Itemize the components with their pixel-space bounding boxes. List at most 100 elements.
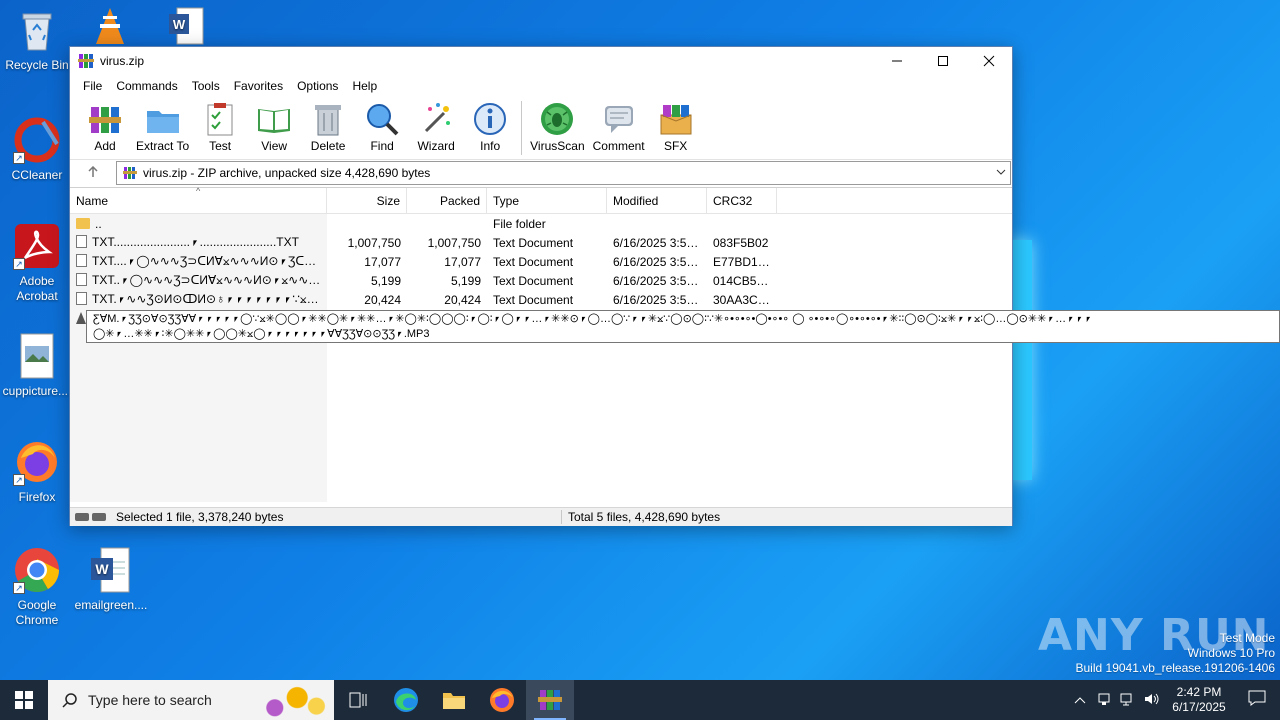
- comment-button[interactable]: Comment: [593, 101, 645, 153]
- chrome-icon: ↗: [13, 546, 61, 594]
- file-modified: 6/16/2025 3:51 ...: [613, 273, 707, 288]
- test-button[interactable]: Test: [197, 101, 243, 153]
- file-packed: 17,077: [444, 254, 481, 269]
- chevron-down-icon[interactable]: [992, 167, 1010, 178]
- find-label: Find: [370, 139, 394, 153]
- taskbar-file-explorer[interactable]: [430, 680, 478, 720]
- file-type: Text Document: [493, 254, 574, 269]
- task-view-button[interactable]: [334, 680, 382, 720]
- view-button[interactable]: View: [251, 101, 297, 153]
- title-bar[interactable]: virus.zip: [70, 47, 1012, 75]
- maximize-button[interactable]: [920, 47, 966, 75]
- desktop-icon-vlc[interactable]: [88, 6, 132, 50]
- sort-ascending-icon: ^: [196, 186, 201, 196]
- recycle-bin-icon: [13, 6, 61, 54]
- svg-text:W: W: [173, 17, 186, 32]
- desktop-icon-word-doc[interactable]: W: [160, 6, 210, 50]
- delete-label: Delete: [310, 139, 346, 153]
- search-icon: [62, 693, 77, 708]
- winrar-app-icon: [538, 690, 562, 710]
- file-type: File folder: [493, 216, 546, 231]
- shortcut-arrow-icon: ↗: [13, 474, 25, 486]
- virusscan-button[interactable]: VirusScan: [530, 101, 585, 153]
- file-list: ^ Name Size Packed Type Modified CRC32 .…: [70, 186, 1012, 502]
- desktop-icon-adobe-acrobat[interactable]: ↗ Adobe Acrobat: [0, 222, 74, 304]
- watermark-line: Windows 10 Pro: [1187, 646, 1275, 660]
- clock-date: 6/17/2025: [1172, 700, 1226, 714]
- table-row[interactable]: TXT.......................⎖.............…: [70, 233, 1012, 252]
- extract-to-button[interactable]: Extract To: [136, 101, 189, 153]
- column-header-size[interactable]: Size: [327, 187, 407, 214]
- test-clipboard-icon: [202, 101, 238, 137]
- wallpaper-glow: [1010, 240, 1032, 480]
- shortcut-arrow-icon: ↗: [13, 258, 25, 270]
- desktop-icon-cuppicture[interactable]: cuppicture....: [0, 332, 74, 399]
- file-modified: 6/16/2025 3:51 ...: [613, 292, 707, 307]
- clock-time: 2:42 PM: [1176, 685, 1222, 699]
- system-tray: 2:42 PM 6/17/2025: [1068, 680, 1280, 720]
- notification-center-button[interactable]: [1234, 690, 1280, 711]
- shortcut-arrow-icon: ↗: [13, 582, 25, 594]
- ccleaner-icon: ↗: [13, 116, 61, 164]
- column-header-packed[interactable]: Packed: [407, 187, 487, 214]
- caption-buttons: [874, 47, 1012, 75]
- taskbar-winrar[interactable]: [526, 680, 574, 720]
- taskbar-search-box[interactable]: Type here to search: [48, 680, 334, 720]
- volume-icon[interactable]: [1140, 692, 1164, 709]
- menu-options[interactable]: Options: [290, 79, 345, 93]
- menu-bar: File Commands Tools Favorites Options He…: [70, 75, 1012, 97]
- winrar-window: virus.zip File Commands Tools Favorites …: [69, 46, 1013, 526]
- text-file-icon: [76, 273, 87, 286]
- windows-logo-icon: [15, 691, 33, 709]
- mp3-file-icon: [76, 312, 86, 327]
- chevron-up-icon[interactable]: [1068, 693, 1092, 707]
- info-label: Info: [480, 139, 501, 153]
- file-name: ..: [95, 216, 102, 231]
- desktop-icon-recycle-bin[interactable]: Recycle Bin: [0, 6, 74, 73]
- find-button[interactable]: Find: [359, 101, 405, 153]
- comment-bubble-icon: [601, 101, 637, 137]
- taskbar-firefox[interactable]: [478, 680, 526, 720]
- menu-help[interactable]: Help: [345, 79, 384, 93]
- view-book-icon: [256, 101, 292, 137]
- desktop-icon-ccleaner[interactable]: ↗ CCleaner: [0, 116, 74, 183]
- tooltip-line: ƸⱯM.⎖ƷƷ⊙Ɐ⊙ƷƷⱯⱯ⎖⎖⎖⎖⎖◯∵⨲✳◯◯⎖✳✳◯✳⎖✳✳…⎖✳◯✳∶◯…: [93, 313, 1093, 325]
- desktop-icon-emailgreen[interactable]: W emailgreen....: [74, 546, 148, 613]
- vlc-cone-icon: [90, 6, 130, 46]
- info-button[interactable]: Info: [467, 101, 513, 153]
- desktop-icon-google-chrome[interactable]: ↗ Google Chrome: [0, 546, 74, 628]
- word-doc-icon: W: [87, 546, 135, 594]
- column-header-modified[interactable]: Modified: [607, 187, 707, 214]
- menu-favorites[interactable]: Favorites: [227, 79, 290, 93]
- column-header-type[interactable]: Type: [487, 187, 607, 214]
- delete-button[interactable]: Delete: [305, 101, 351, 153]
- watermark-line: Test Mode: [1219, 631, 1275, 645]
- taskbar-clock[interactable]: 2:42 PM 6/17/2025: [1164, 685, 1234, 715]
- table-row[interactable]: TXT..⎖◯∿∿∿Ʒ⊃ᑕИⱯ⨲∿∿∿И⊙⎖⨲∿∿⊙◯... 5,199 5,1…: [70, 271, 1012, 290]
- add-button[interactable]: Add: [82, 101, 128, 153]
- taskbar-edge[interactable]: [382, 680, 430, 720]
- device-icon[interactable]: [1092, 692, 1116, 709]
- table-row[interactable]: TXT.⎖∿∿Ʒ⊙И⊙ↀИ⊙♁⎖⎖⎖⎖⎖⎖⎖∵⨲✳... 20,424 20,4…: [70, 290, 1012, 309]
- close-button[interactable]: [966, 47, 1012, 75]
- desktop-icon-firefox[interactable]: ↗ Firefox: [0, 438, 74, 505]
- wizard-button[interactable]: Wizard: [413, 101, 459, 153]
- info-icon: [472, 101, 508, 137]
- folder-icon: [443, 693, 465, 709]
- up-folder-button[interactable]: [70, 165, 116, 181]
- column-header-crc32[interactable]: CRC32: [707, 187, 777, 214]
- window-title: virus.zip: [100, 54, 145, 68]
- toolbar-separator: [521, 101, 523, 155]
- status-drive-icons: [70, 513, 110, 521]
- sfx-button[interactable]: SFX: [653, 101, 699, 153]
- minimize-button[interactable]: [874, 47, 920, 75]
- network-icon[interactable]: [1116, 692, 1140, 709]
- address-field[interactable]: virus.zip - ZIP archive, unpacked size 4…: [116, 160, 1011, 185]
- menu-tools[interactable]: Tools: [185, 79, 227, 93]
- wizard-label: Wizard: [417, 139, 455, 153]
- table-row[interactable]: .. File folder: [70, 214, 1012, 233]
- menu-commands[interactable]: Commands: [109, 79, 184, 93]
- table-row[interactable]: TXT....⎖◯∿∿∿Ʒ⊃ᑕИⱯ⨲∿∿∿И⊙⎖ƷᑕИ... 17,077 17…: [70, 252, 1012, 271]
- start-button[interactable]: [0, 680, 48, 720]
- menu-file[interactable]: File: [76, 79, 109, 93]
